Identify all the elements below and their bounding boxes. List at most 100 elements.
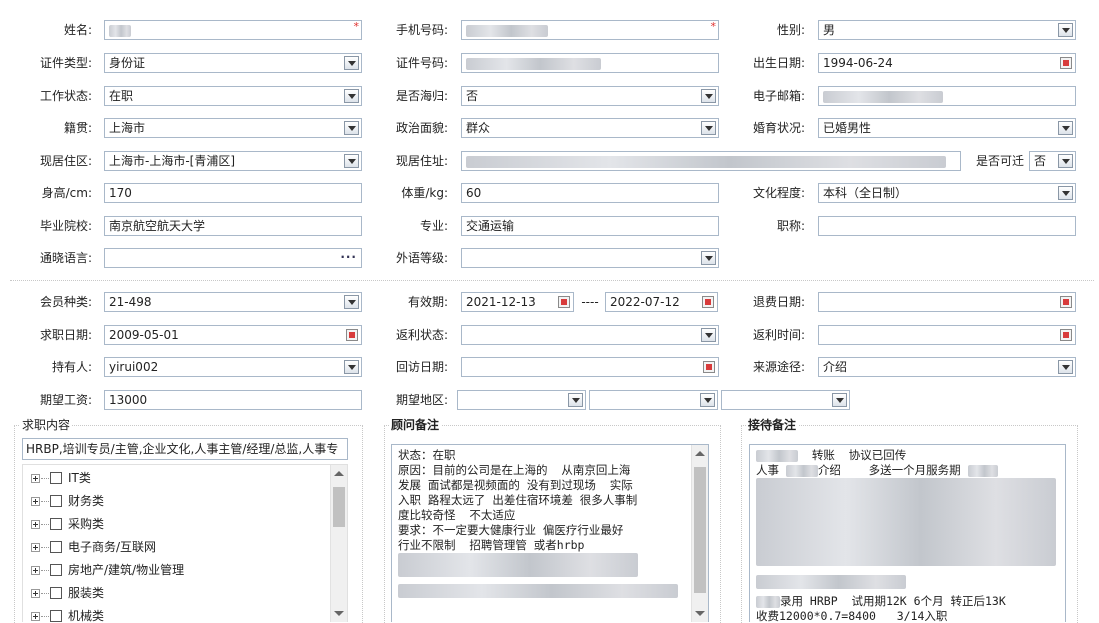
holder-label: 持有人: (51, 360, 92, 374)
native-place-select[interactable]: 上海市 (104, 118, 362, 138)
calendar-icon[interactable] (702, 296, 714, 308)
visit-date-input[interactable] (461, 357, 719, 377)
relocate-select[interactable]: 否 (1029, 151, 1076, 171)
tree-item[interactable]: 机械类 (31, 606, 104, 622)
calendar-icon[interactable] (1060, 57, 1072, 69)
email-input[interactable] (818, 86, 1076, 106)
validity-from-input[interactable]: 2021-12-13 (461, 292, 574, 312)
chevron-down-icon[interactable] (700, 393, 715, 407)
job-date-input[interactable]: 2009-05-01 (104, 325, 362, 345)
chevron-down-icon[interactable] (1058, 121, 1073, 135)
checkbox[interactable] (50, 517, 62, 530)
rebate-status-select[interactable] (461, 325, 719, 345)
scroll-down-icon[interactable] (334, 611, 344, 616)
title-input[interactable] (818, 216, 1076, 236)
expand-icon[interactable] (31, 497, 40, 506)
scroll-thumb[interactable] (333, 487, 345, 527)
tree-scrollbar[interactable] (330, 465, 347, 622)
checkbox[interactable] (50, 563, 62, 576)
major-input[interactable]: 交通运输 (461, 216, 719, 236)
chevron-down-icon[interactable] (344, 89, 359, 103)
more-icon[interactable]: ··· (340, 249, 357, 265)
height-input[interactable]: 170 (104, 183, 362, 203)
tree-item[interactable]: IT类 (31, 468, 91, 488)
calendar-icon[interactable] (558, 296, 570, 308)
consultant-notes-textarea[interactable]: 状态：在职 原因：目前的公司是在上海的 从南京回上海 发展 面试都是视频面的 没… (391, 444, 709, 622)
scroll-up-icon[interactable] (695, 451, 705, 456)
chevron-down-icon[interactable] (701, 121, 716, 135)
overseas-select[interactable]: 否 (461, 86, 719, 106)
calendar-icon[interactable] (1060, 329, 1072, 341)
region-city-select[interactable] (589, 390, 718, 410)
tree-item[interactable]: 服装类 (31, 583, 104, 603)
checkbox[interactable] (50, 494, 62, 507)
tree-item[interactable]: 房地产/建筑/物业管理 (31, 560, 184, 580)
chevron-down-icon[interactable] (1058, 154, 1073, 168)
calendar-icon[interactable] (346, 329, 358, 341)
member-type-label: 会员种类: (39, 295, 92, 309)
scroll-up-icon[interactable] (334, 471, 344, 476)
education-select[interactable]: 本科（全日制） (818, 183, 1076, 203)
tree-item[interactable]: 电子商务/互联网 (31, 537, 156, 557)
checkbox[interactable] (50, 471, 62, 484)
language-input[interactable]: ··· (104, 248, 362, 268)
tree-item[interactable]: 采购类 (31, 514, 104, 534)
expand-icon[interactable] (31, 543, 40, 552)
scroll-down-icon[interactable] (695, 611, 705, 616)
expand-icon[interactable] (31, 566, 40, 575)
checkbox[interactable] (50, 586, 62, 599)
chevron-down-icon[interactable] (1058, 186, 1073, 200)
chevron-down-icon[interactable] (701, 89, 716, 103)
region-district-select[interactable] (721, 390, 850, 410)
chevron-down-icon[interactable] (344, 121, 359, 135)
phone-input[interactable]: * (461, 20, 719, 40)
notes-scrollbar[interactable] (691, 445, 708, 622)
chevron-down-icon[interactable] (1058, 360, 1073, 374)
expand-icon[interactable] (31, 474, 40, 483)
calendar-icon[interactable] (703, 361, 715, 373)
note-line: 录用 HRBP 试用期12K 6个月 转正后13K (780, 594, 1006, 608)
rebate-time-input[interactable] (818, 325, 1076, 345)
visit-date-label: 回访日期: (395, 360, 448, 374)
chevron-down-icon[interactable] (344, 295, 359, 309)
checkbox[interactable] (50, 540, 62, 553)
member-type-select[interactable]: 21-498 (104, 292, 362, 312)
reception-notes-textarea[interactable]: 转账 协议已回传 人事 介绍 多送一个月服务期 录用 HRBP 试用期12K 6… (749, 444, 1066, 622)
chevron-down-icon[interactable] (832, 393, 847, 407)
birth-date-input[interactable]: 1994-06-24 (818, 53, 1076, 73)
id-type-select[interactable]: 身份证 (104, 53, 362, 73)
validity-to-input[interactable]: 2022-07-12 (605, 292, 718, 312)
holder-select[interactable]: yirui002 (104, 357, 362, 377)
expand-icon[interactable] (31, 520, 40, 529)
calendar-icon[interactable] (1060, 296, 1072, 308)
job-content-summary[interactable]: HRBP,培训专员/主管,企业文化,人事主管/经理/总监,人事专 (22, 438, 348, 460)
residence-addr-input[interactable] (461, 151, 961, 171)
marital-select[interactable]: 已婚男性 (818, 118, 1076, 138)
name-input[interactable]: * (104, 20, 362, 40)
work-status-select[interactable]: 在职 (104, 86, 362, 106)
id-number-input[interactable] (461, 53, 719, 73)
chevron-down-icon[interactable] (701, 328, 716, 342)
chevron-down-icon[interactable] (1058, 23, 1073, 37)
salary-input[interactable]: 13000 (104, 390, 362, 410)
tree-item[interactable]: 财务类 (31, 491, 104, 511)
chevron-down-icon[interactable] (344, 56, 359, 70)
expand-icon[interactable] (31, 589, 40, 598)
chevron-down-icon[interactable] (568, 393, 583, 407)
political-select[interactable]: 群众 (461, 118, 719, 138)
chevron-down-icon[interactable] (344, 360, 359, 374)
region-province-select[interactable] (457, 390, 586, 410)
job-category-tree[interactable]: IT类 财务类 采购类 电子商务/互联网 房地产/建筑/物业管理 服装类 机械类 (22, 464, 348, 622)
lang-level-select[interactable] (461, 248, 719, 268)
weight-input[interactable]: 60 (461, 183, 719, 203)
chevron-down-icon[interactable] (344, 154, 359, 168)
gender-select[interactable]: 男 (818, 20, 1076, 40)
chevron-down-icon[interactable] (701, 251, 716, 265)
refund-date-input[interactable] (818, 292, 1076, 312)
checkbox[interactable] (50, 609, 62, 622)
source-select[interactable]: 介绍 (818, 357, 1076, 377)
expand-icon[interactable] (31, 612, 40, 621)
residence-area-select[interactable]: 上海市-上海市-[青浦区] (104, 151, 362, 171)
scroll-thumb[interactable] (694, 467, 706, 593)
school-input[interactable]: 南京航空航天大学 (104, 216, 362, 236)
